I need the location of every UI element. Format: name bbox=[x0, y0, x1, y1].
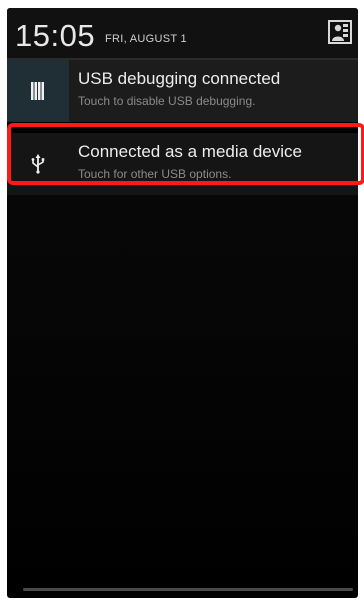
quick-settings-button[interactable] bbox=[328, 20, 352, 44]
notification-subtitle: Touch for other USB options. bbox=[78, 167, 232, 181]
usb-debugging-icon-box bbox=[7, 60, 69, 122]
usb-icon-box bbox=[7, 133, 69, 195]
usb-icon bbox=[31, 154, 45, 174]
usb-debugging-icon bbox=[31, 82, 44, 100]
clock-date: FRI, AUGUST 1 bbox=[105, 33, 187, 45]
shade-header: 15:05 FRI, AUGUST 1 bbox=[7, 8, 358, 58]
clock-time: 15:05 bbox=[15, 18, 96, 53]
notification-title: USB debugging connected bbox=[78, 69, 281, 88]
quick-settings-icon bbox=[328, 20, 352, 44]
notification-subtitle: Touch to disable USB debugging. bbox=[78, 94, 256, 108]
notification-usb-debugging[interactable]: USB debugging connected Touch to disable… bbox=[7, 60, 358, 122]
shade-drag-handle[interactable] bbox=[23, 588, 353, 591]
phone-screen: 15:05 FRI, AUGUST 1 USB debugging connec… bbox=[0, 0, 364, 601]
notification-separator bbox=[7, 122, 358, 133]
notification-title: Connected as a media device bbox=[78, 142, 302, 161]
notification-shade: 15:05 FRI, AUGUST 1 USB debugging connec… bbox=[7, 8, 358, 598]
notification-media-device[interactable]: Connected as a media device Touch for ot… bbox=[7, 133, 358, 195]
